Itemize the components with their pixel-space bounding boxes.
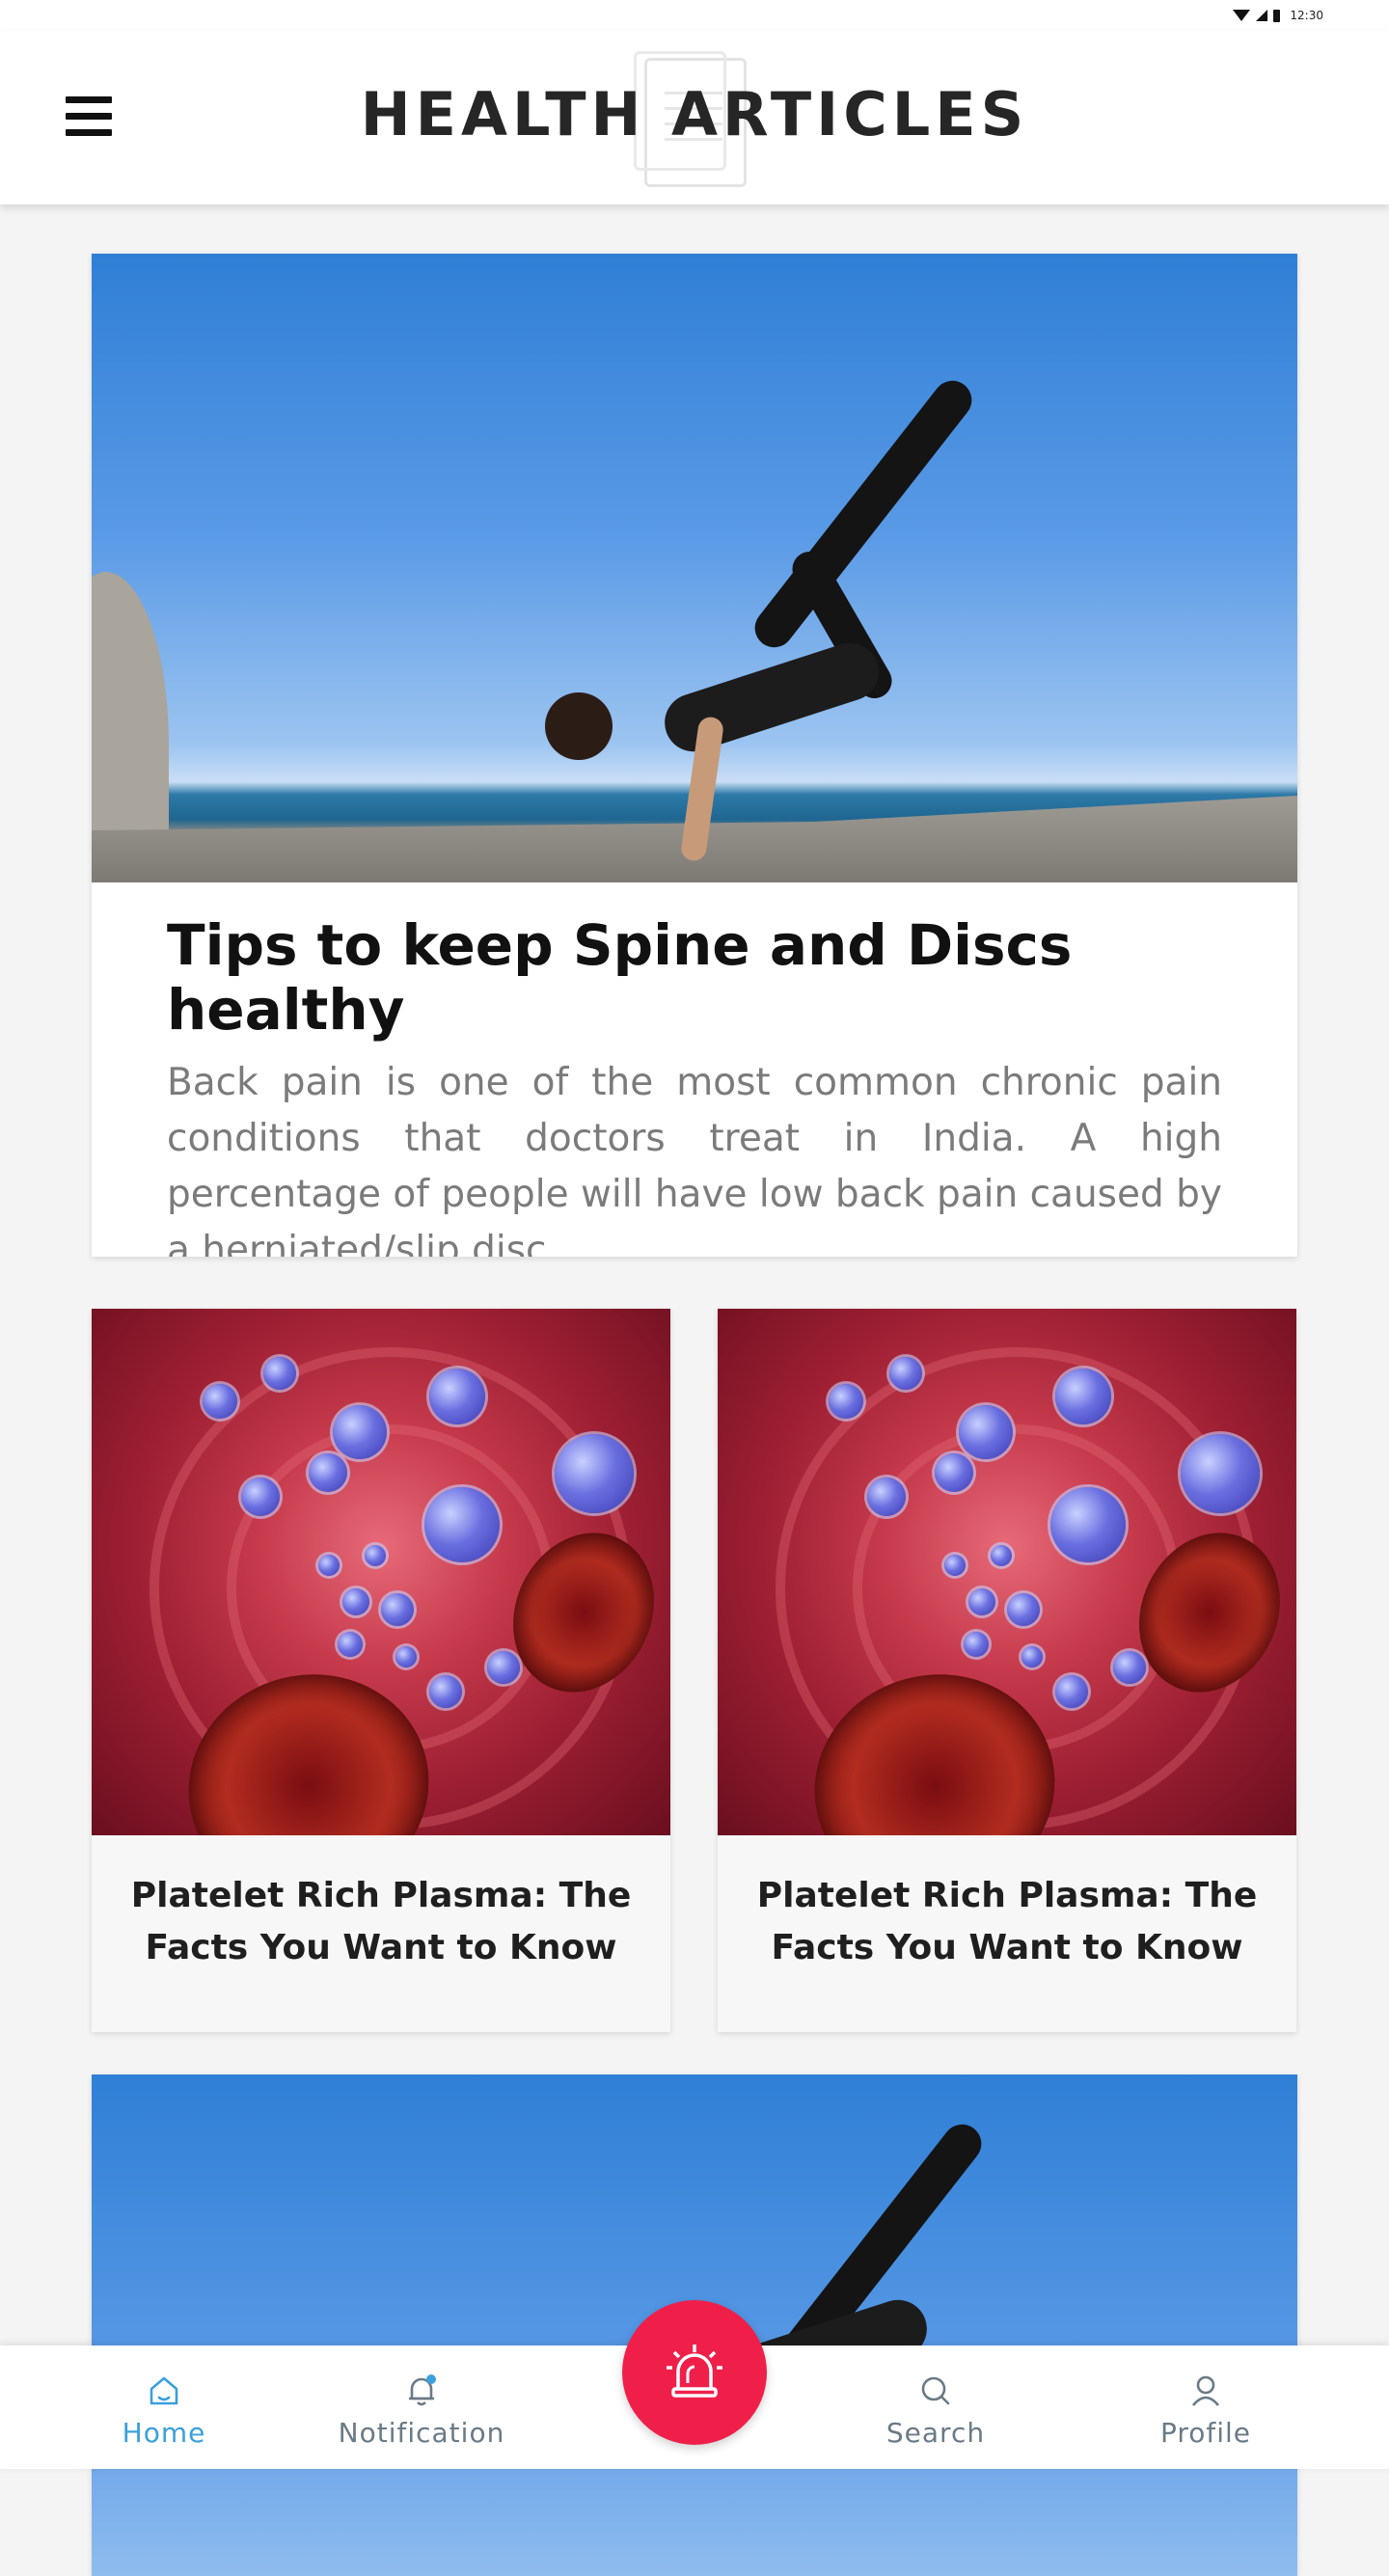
platelet-cell bbox=[1181, 1434, 1260, 1513]
yoga-figure-leg bbox=[747, 372, 980, 656]
page-title: HEALTH ARTICLES bbox=[360, 79, 1029, 149]
platelet-cell bbox=[309, 1453, 347, 1492]
wifi-icon bbox=[1233, 10, 1251, 21]
nav-home[interactable]: Home bbox=[68, 2373, 260, 2449]
platelet-cell bbox=[829, 1384, 863, 1419]
signal-icon bbox=[1256, 10, 1268, 21]
yoga-figure-head bbox=[545, 692, 613, 760]
user-icon bbox=[1191, 2375, 1220, 2406]
article-card[interactable]: Platelet Rich Plasma: The Facts You Want… bbox=[718, 1309, 1296, 2032]
nav-profile[interactable]: Profile bbox=[1109, 2373, 1302, 2449]
home-icon bbox=[150, 2376, 178, 2405]
nav-home-label: Home bbox=[122, 2417, 206, 2449]
platelet-cell bbox=[203, 1384, 237, 1419]
platelet-cell bbox=[424, 1487, 500, 1562]
featured-article-image bbox=[92, 254, 1297, 882]
nav-search-label: Search bbox=[885, 2417, 986, 2449]
platelet-cell bbox=[889, 1357, 922, 1390]
platelet-cell bbox=[381, 1593, 414, 1626]
title-wrap: HEALTH ARTICLES bbox=[0, 79, 1389, 149]
platelet-cell bbox=[1113, 1651, 1146, 1684]
search-icon bbox=[921, 2376, 950, 2405]
featured-article-card[interactable]: Tips to keep Spine and Discs healthy Bac… bbox=[92, 254, 1297, 1257]
platelet-cell bbox=[429, 1675, 462, 1708]
platelet-cell bbox=[1021, 1646, 1043, 1668]
platelet-cell bbox=[487, 1651, 520, 1684]
platelet-cell bbox=[991, 1545, 1012, 1566]
alarm-siren-icon bbox=[667, 2345, 722, 2398]
emergency-alarm-button[interactable] bbox=[622, 2300, 767, 2445]
nav-notification[interactable]: Notification bbox=[325, 2373, 518, 2449]
article-image bbox=[92, 1309, 670, 1835]
platelet-cell bbox=[1050, 1487, 1126, 1562]
platelet-cell bbox=[867, 1478, 906, 1516]
article-card[interactable]: Platelet Rich Plasma: The Facts You Want… bbox=[92, 1309, 670, 2032]
battery-icon bbox=[1273, 9, 1281, 22]
app-bar: HEALTH ARTICLES bbox=[0, 31, 1389, 204]
platelet-cell bbox=[964, 1632, 989, 1657]
nav-profile-label: Profile bbox=[1159, 2417, 1252, 2449]
platelet-cell bbox=[318, 1555, 340, 1576]
featured-article-body: Tips to keep Spine and Discs healthy Bac… bbox=[92, 882, 1297, 1257]
platelet-cell bbox=[944, 1555, 966, 1576]
article-title: Platelet Rich Plasma: The Facts You Want… bbox=[756, 1876, 1258, 1967]
platelet-cell bbox=[263, 1357, 296, 1390]
platelet-cell bbox=[1007, 1593, 1040, 1626]
article-image bbox=[718, 1309, 1296, 1835]
nav-notification-label: Notification bbox=[338, 2417, 505, 2449]
platelet-cell bbox=[429, 1369, 485, 1424]
platelet-cell bbox=[555, 1434, 634, 1513]
platelet-cell bbox=[959, 1405, 1013, 1459]
platelet-cell bbox=[241, 1478, 280, 1516]
article-title: Platelet Rich Plasma: The Facts You Want… bbox=[130, 1876, 632, 1967]
platelet-cell bbox=[342, 1588, 369, 1615]
platelet-cell bbox=[1055, 1675, 1088, 1708]
featured-article-summary: Back pain is one of the most common chro… bbox=[167, 1061, 1222, 1257]
platelet-cell bbox=[968, 1588, 995, 1615]
featured-article-title: Tips to keep Spine and Discs healthy bbox=[167, 912, 1073, 1043]
platelet-cell bbox=[395, 1646, 417, 1668]
platelet-cell bbox=[338, 1632, 363, 1657]
platelet-cell bbox=[1055, 1369, 1111, 1424]
yoga-figure-body bbox=[657, 635, 886, 760]
platelet-cell bbox=[365, 1545, 386, 1566]
platelet-cell bbox=[333, 1405, 387, 1459]
platelet-cell bbox=[935, 1453, 973, 1492]
status-time: 12:30 bbox=[1290, 9, 1323, 22]
bell-icon bbox=[409, 2374, 436, 2406]
status-bar: 12:30 bbox=[0, 0, 1389, 31]
nav-search[interactable]: Search bbox=[839, 2373, 1032, 2449]
